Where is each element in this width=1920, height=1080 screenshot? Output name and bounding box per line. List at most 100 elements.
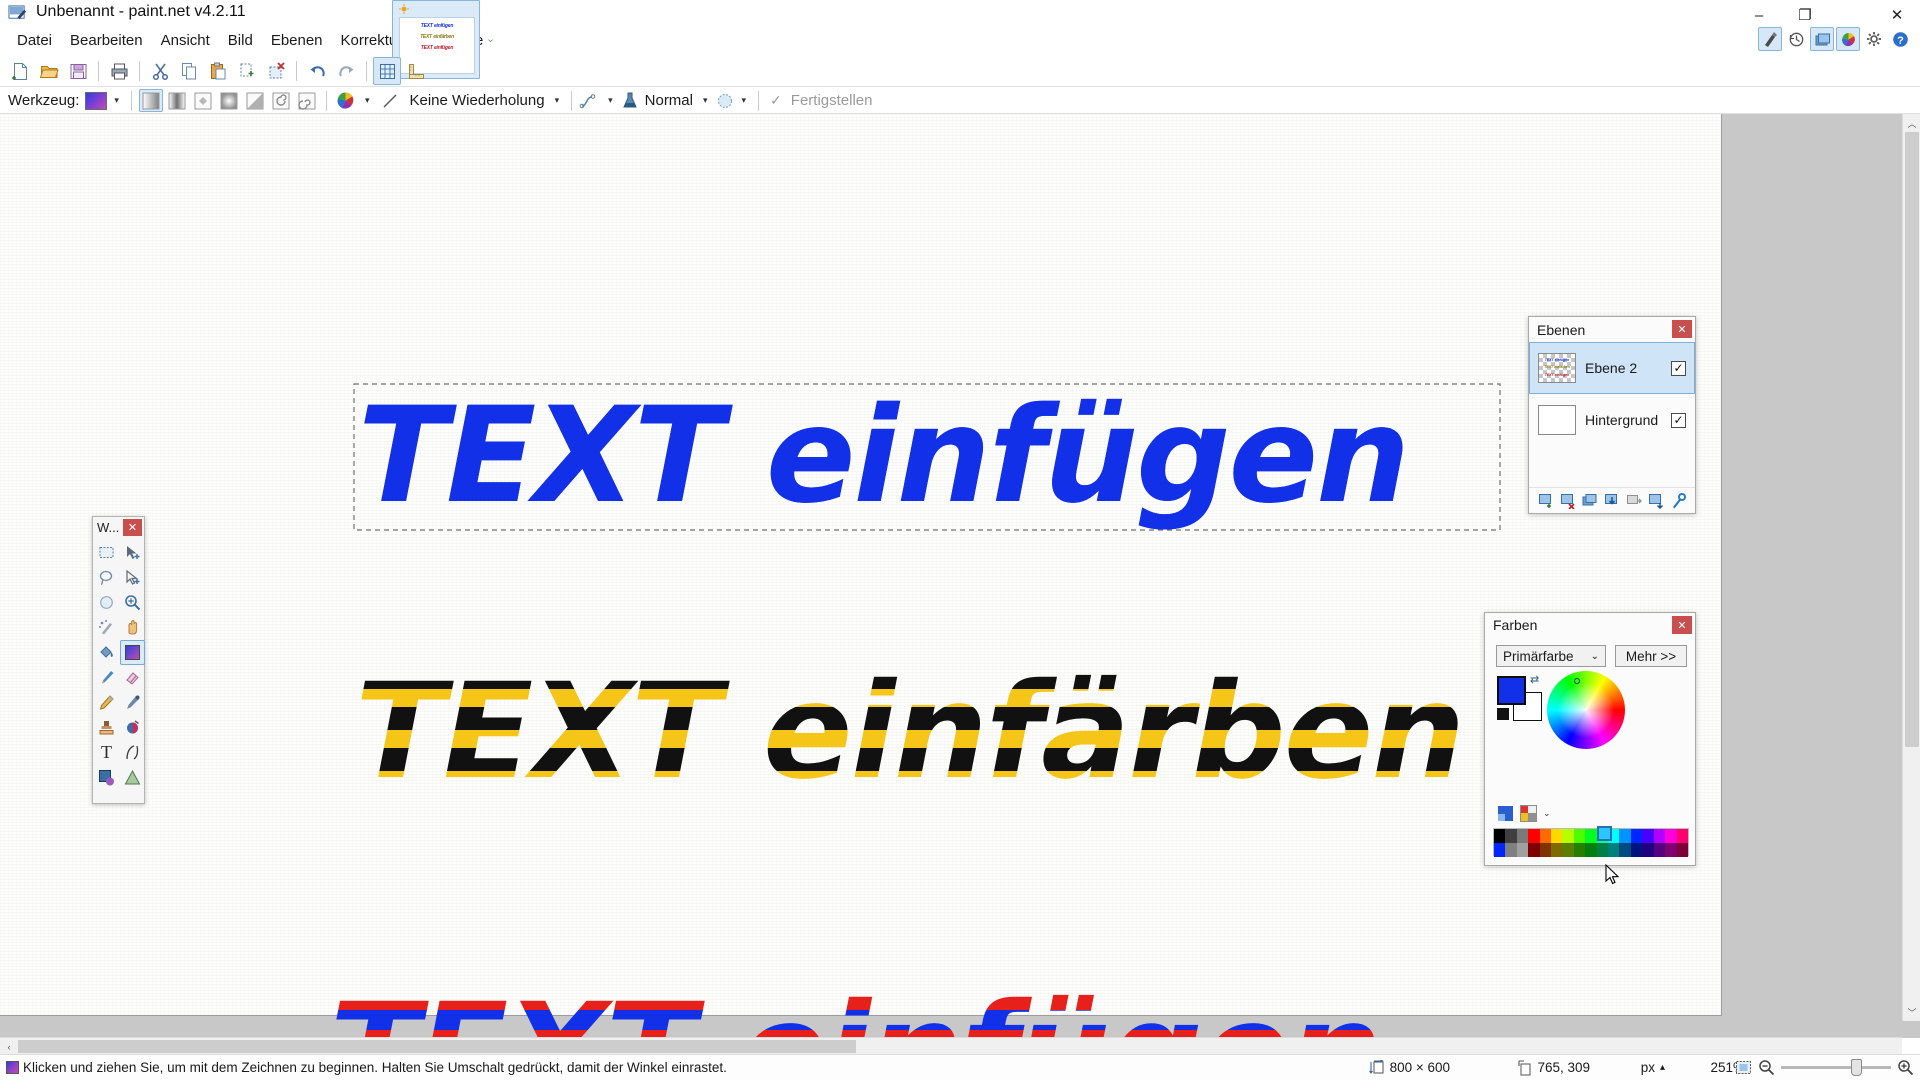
colors-window-icon[interactable] bbox=[1836, 27, 1860, 51]
color-picker-tool[interactable] bbox=[120, 690, 145, 715]
menu-ansicht[interactable]: Ansicht bbox=[152, 30, 219, 51]
pan-tool[interactable] bbox=[120, 615, 145, 640]
zoom-in-icon[interactable] bbox=[1897, 1059, 1914, 1076]
blend-flask-icon[interactable] bbox=[620, 91, 640, 111]
layer-visibility-checkbox[interactable]: ✓ bbox=[1671, 412, 1686, 428]
palette-row-top[interactable] bbox=[1494, 829, 1688, 843]
color-wheel[interactable] bbox=[1547, 671, 1625, 749]
zoom-slider[interactable] bbox=[1781, 1059, 1891, 1076]
horizontal-scroll-thumb[interactable] bbox=[18, 1040, 856, 1053]
add-layer-icon[interactable] bbox=[1537, 492, 1555, 510]
reset-colors-icon[interactable] bbox=[1497, 708, 1509, 720]
user-palette-icon[interactable] bbox=[1520, 805, 1537, 822]
image-canvas[interactable]: TEXT einfügen TEXT einfärben TEXT einfüg… bbox=[0, 114, 1722, 1038]
layers-panel[interactable]: Ebenen ✕ TEXT einfügen TEXT einfärben TE… bbox=[1528, 316, 1696, 514]
pencil-tool[interactable] bbox=[94, 690, 119, 715]
layer-properties-icon[interactable] bbox=[1669, 492, 1687, 510]
layer-row-hintergrund[interactable]: Hintergrund ✓ bbox=[1529, 394, 1695, 446]
move-selected-tool[interactable] bbox=[120, 540, 145, 565]
crop-to-selection-icon[interactable] bbox=[233, 57, 261, 85]
menu-ebenen[interactable]: Ebenen bbox=[262, 30, 332, 51]
paste-icon[interactable] bbox=[204, 57, 232, 85]
palette-selected-swatch[interactable] bbox=[1597, 826, 1612, 841]
redo-icon[interactable] bbox=[332, 57, 360, 85]
vertical-scroll-thumb[interactable] bbox=[1905, 132, 1919, 747]
layers-panel-close-icon[interactable]: ✕ bbox=[1672, 320, 1692, 338]
current-tool-swatch[interactable] bbox=[85, 91, 108, 110]
radial-gradient-icon[interactable] bbox=[217, 89, 241, 112]
magic-wand-tool[interactable] bbox=[94, 615, 119, 640]
primary-color-swatch[interactable] bbox=[1497, 676, 1526, 705]
selection-caret-icon[interactable]: ▾ bbox=[737, 95, 752, 106]
delete-layer-icon[interactable] bbox=[1559, 492, 1577, 510]
tool-dropdown-caret-icon[interactable]: ▾ bbox=[109, 95, 124, 106]
repeat-mode-caret-icon[interactable]: ▾ bbox=[550, 95, 565, 106]
shapes-tool[interactable] bbox=[120, 765, 145, 790]
layer-row-ebene-2[interactable]: TEXT einfügen TEXT einfärben TEXT einfüg… bbox=[1529, 342, 1695, 394]
copy-icon[interactable] bbox=[175, 57, 203, 85]
color-mode-select[interactable]: Primärfarbe ⌄ bbox=[1496, 645, 1606, 667]
scroll-left-arrow-icon[interactable]: ‹ bbox=[0, 1038, 18, 1055]
import-from-file-icon[interactable] bbox=[1625, 492, 1643, 510]
zoom-to-fit-icon[interactable] bbox=[1735, 1059, 1752, 1076]
layer-visibility-checkbox[interactable]: ✓ bbox=[1671, 360, 1686, 376]
colors-panel-close-icon[interactable]: ✕ bbox=[1672, 616, 1692, 634]
rulers-icon[interactable] bbox=[402, 57, 430, 85]
lasso-select-tool[interactable] bbox=[94, 565, 119, 590]
menu-bearbeiten[interactable]: Bearbeiten bbox=[61, 30, 152, 51]
tools-palette-window[interactable]: W... ✕ T bbox=[92, 516, 145, 804]
antialiasing-caret-icon[interactable]: ▾ bbox=[603, 95, 618, 106]
antialiasing-icon[interactable] bbox=[579, 91, 601, 111]
linear-diamond-icon[interactable] bbox=[191, 89, 215, 112]
selection-blob-icon[interactable] bbox=[715, 91, 735, 111]
line-icon[interactable] bbox=[380, 91, 400, 111]
blend-mode-label[interactable]: Normal bbox=[642, 92, 696, 109]
spiral-gradient-icon[interactable] bbox=[269, 89, 293, 112]
gradient-tool[interactable] bbox=[120, 640, 145, 665]
line-curve-tool[interactable] bbox=[120, 740, 145, 765]
paintbrush-tool[interactable] bbox=[94, 665, 119, 690]
history-window-icon[interactable] bbox=[1784, 27, 1808, 51]
scroll-down-arrow-icon[interactable]: ﹀ bbox=[1903, 1003, 1920, 1021]
spiral-gradient-2-icon[interactable] bbox=[295, 89, 319, 112]
zoom-out-icon[interactable] bbox=[1758, 1059, 1775, 1076]
menu-datei[interactable]: Datei bbox=[8, 30, 61, 51]
open-icon[interactable] bbox=[35, 57, 63, 85]
unit-caret-icon[interactable]: ▴ bbox=[1660, 1062, 1665, 1073]
rectangle-select-tool[interactable] bbox=[94, 540, 119, 565]
conical-gradient-icon[interactable] bbox=[243, 89, 267, 112]
layers-window-icon[interactable] bbox=[1810, 27, 1834, 51]
vertical-scrollbar[interactable]: ︿ ﹀ bbox=[1902, 114, 1920, 1021]
help-icon[interactable]: ? bbox=[1888, 27, 1912, 51]
recolor-tool[interactable] bbox=[120, 715, 145, 740]
rectangle-shape-tool[interactable] bbox=[94, 765, 119, 790]
save-icon[interactable] bbox=[64, 57, 92, 85]
tab-dropdown-caret-icon[interactable]: ⌄ bbox=[486, 32, 495, 45]
ellipse-select-tool[interactable] bbox=[94, 590, 119, 615]
zoom-controls[interactable] bbox=[1735, 1059, 1914, 1076]
grid-icon[interactable] bbox=[373, 57, 401, 85]
move-selection-tool[interactable] bbox=[120, 565, 145, 590]
palette-caret-icon[interactable]: ⌄ bbox=[1543, 808, 1551, 819]
settings-gear-icon[interactable] bbox=[1862, 27, 1886, 51]
zoom-tool[interactable] bbox=[120, 590, 145, 615]
linear-gradient-icon[interactable] bbox=[138, 89, 163, 112]
tools-palette-close-icon[interactable]: ✕ bbox=[123, 519, 142, 536]
move-layer-down-icon[interactable] bbox=[1647, 492, 1665, 510]
cut-icon[interactable] bbox=[146, 57, 174, 85]
palette-row-bottom[interactable] bbox=[1494, 843, 1688, 857]
repeat-mode-label[interactable]: Keine Wiederholung bbox=[406, 92, 547, 109]
paint-bucket-tool[interactable] bbox=[94, 640, 119, 665]
clone-stamp-tool[interactable] bbox=[94, 715, 119, 740]
more-colors-button[interactable]: Mehr >> bbox=[1615, 645, 1687, 667]
swap-colors-icon[interactable]: ⇄ bbox=[1530, 673, 1539, 686]
merge-layer-down-icon[interactable] bbox=[1603, 492, 1621, 510]
text-tool[interactable]: T bbox=[94, 740, 119, 765]
eraser-tool[interactable] bbox=[120, 665, 145, 690]
finish-button[interactable]: Fertigstellen bbox=[788, 92, 876, 109]
deselect-icon[interactable] bbox=[262, 57, 290, 85]
tools-window-icon[interactable] bbox=[1758, 27, 1782, 51]
palette-icon[interactable] bbox=[1497, 805, 1514, 822]
unit-group[interactable]: px ▴ bbox=[1641, 1060, 1665, 1075]
print-icon[interactable] bbox=[105, 57, 133, 85]
